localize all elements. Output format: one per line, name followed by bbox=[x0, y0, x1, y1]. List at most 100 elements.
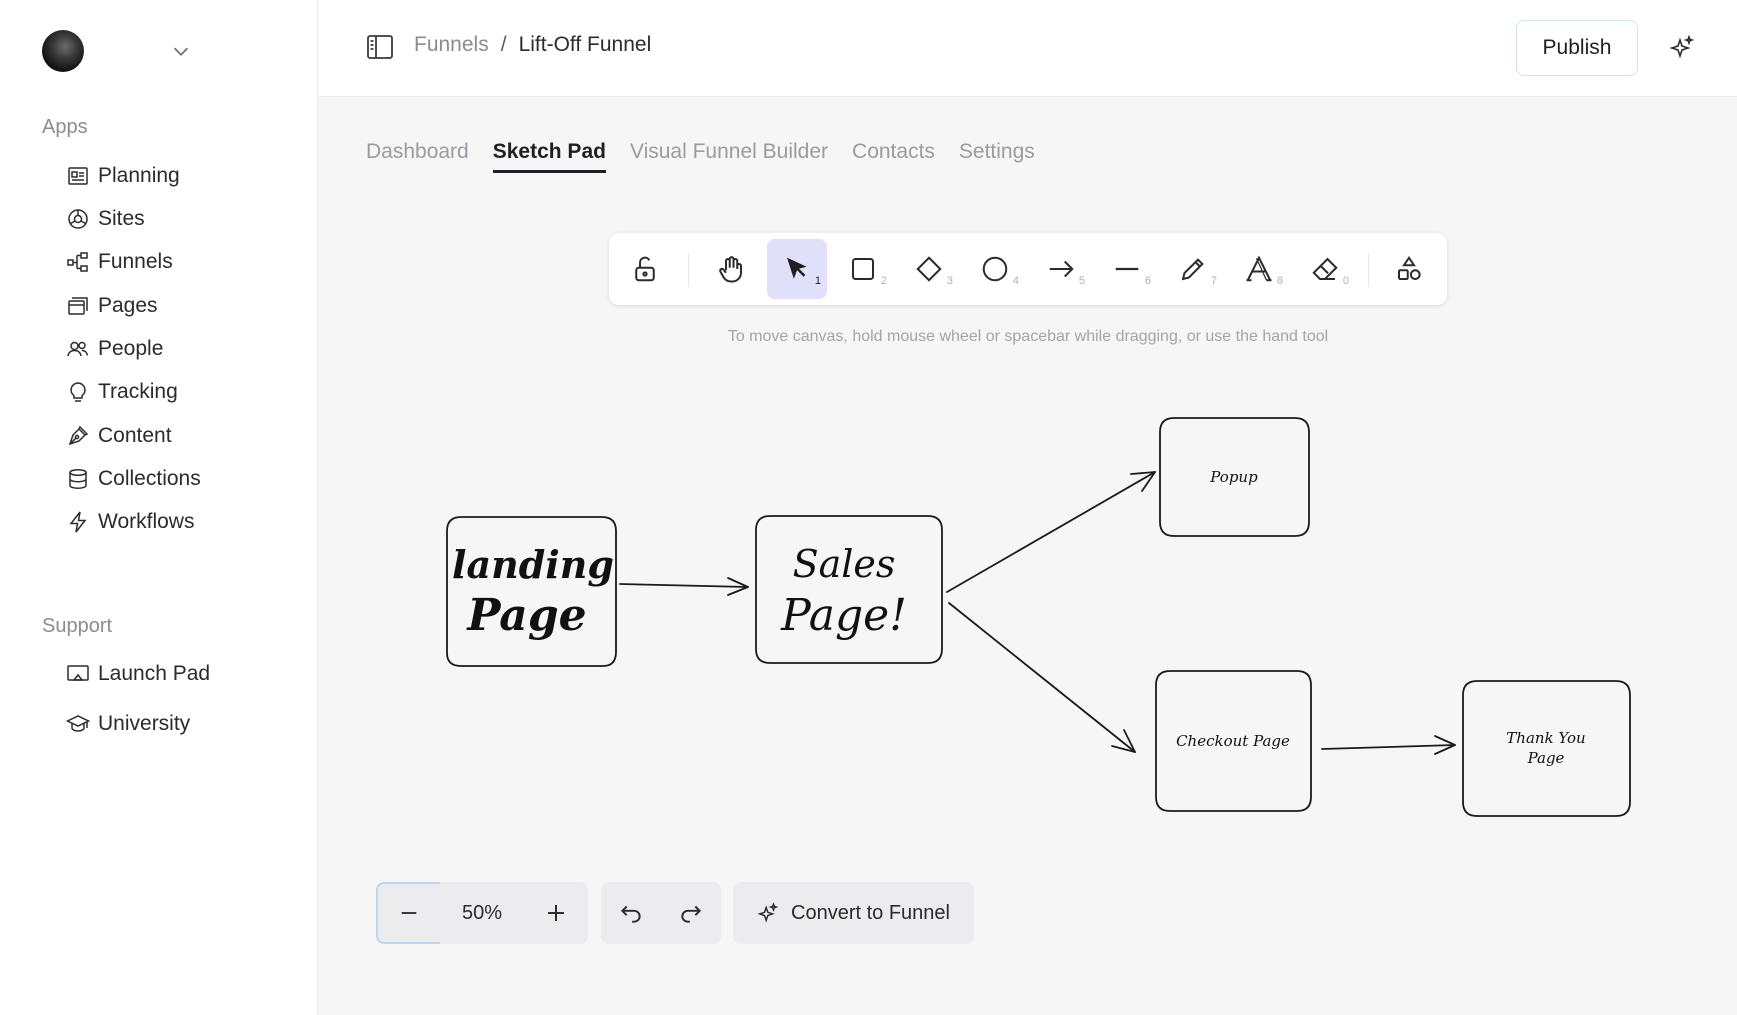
popup-label: Popup bbox=[1209, 468, 1258, 486]
minus-icon bbox=[401, 912, 417, 914]
text-tool[interactable]: 8 bbox=[1229, 239, 1289, 299]
avatar[interactable] bbox=[42, 30, 84, 72]
sidebar-item-label: Launch Pad bbox=[98, 662, 211, 685]
arrow-sales-to-popup[interactable] bbox=[946, 471, 1156, 593]
support-section-title: Support bbox=[42, 615, 113, 637]
arrow-right-icon bbox=[1049, 260, 1074, 278]
sidebar-item-planning[interactable]: Planning bbox=[66, 160, 180, 192]
sales-page-label-line1: Sales bbox=[793, 542, 896, 586]
ai-sparkle-icon[interactable] bbox=[1668, 34, 1696, 62]
cursor-arrow-icon bbox=[787, 257, 807, 279]
pages-icon bbox=[68, 297, 88, 315]
line-icon bbox=[1115, 267, 1139, 271]
sales-page-label-line2: Page! bbox=[780, 590, 907, 641]
text-icon bbox=[1246, 255, 1272, 282]
landing-page-label-line2: Page bbox=[465, 590, 586, 641]
sidebar-item-sites[interactable]: Sites bbox=[66, 203, 145, 235]
landing-page-label-line1: landing bbox=[452, 542, 614, 587]
zoom-out-button[interactable] bbox=[376, 882, 440, 944]
sidebar-item-content[interactable]: Content bbox=[66, 420, 172, 452]
sidebar-item-label: Workflows bbox=[98, 510, 195, 533]
sidebar-item-launch-pad[interactable]: Launch Pad bbox=[66, 658, 210, 690]
sidebar-item-label: Content bbox=[98, 424, 172, 447]
history-controls bbox=[601, 882, 721, 944]
shortcut-key: 0 bbox=[1342, 275, 1349, 287]
shapes-icon bbox=[1398, 255, 1421, 280]
shortcut-key: 5 bbox=[1078, 275, 1085, 287]
collections-icon bbox=[69, 468, 87, 490]
tab-sketch-pad[interactable]: Sketch Pad bbox=[492, 140, 606, 173]
pencil-icon bbox=[1181, 258, 1204, 281]
arrow-tool[interactable]: 5 bbox=[1031, 239, 1091, 299]
chevron-down-icon[interactable] bbox=[170, 40, 192, 62]
sales-page-node[interactable] bbox=[755, 515, 943, 664]
tracking-icon bbox=[70, 382, 86, 402]
convert-to-funnel-label: Convert to Funnel bbox=[791, 901, 950, 924]
shortcut-key: 2 bbox=[880, 275, 887, 287]
zoom-level[interactable]: 50% bbox=[440, 882, 524, 944]
workflows-icon bbox=[69, 511, 87, 533]
eraser-tool[interactable]: 0 bbox=[1295, 239, 1355, 299]
breadcrumb-separator: / bbox=[500, 33, 507, 56]
hand-tool[interactable] bbox=[701, 239, 761, 299]
sidebar-item-university[interactable]: University bbox=[66, 708, 190, 740]
tab-visual-funnel-builder[interactable]: Visual Funnel Builder bbox=[630, 140, 828, 173]
tab-settings[interactable]: Settings bbox=[959, 140, 1035, 173]
sites-icon bbox=[68, 209, 88, 229]
popup-node[interactable] bbox=[1159, 417, 1310, 537]
sidebar-item-collections[interactable]: Collections bbox=[66, 463, 201, 495]
launch-pad-icon bbox=[67, 665, 89, 681]
account-switcher[interactable] bbox=[42, 30, 342, 72]
breadcrumb: Funnels / Lift-Off Funnel bbox=[414, 33, 651, 57]
diamond-icon bbox=[916, 256, 942, 282]
arrow-landing-to-sales[interactable] bbox=[619, 577, 749, 596]
convert-to-funnel-button[interactable]: Convert to Funnel bbox=[733, 882, 974, 944]
shapes-library-tool[interactable] bbox=[1379, 239, 1439, 299]
shortcut-key: 6 bbox=[1144, 275, 1151, 287]
sidebar-item-tracking[interactable]: Tracking bbox=[66, 376, 178, 408]
shortcut-key: 3 bbox=[946, 275, 953, 287]
publish-button[interactable]: Publish bbox=[1516, 20, 1638, 76]
breadcrumb-funnels-link[interactable]: Funnels bbox=[414, 33, 489, 57]
canvas-hint: To move canvas, hold mouse wheel or spac… bbox=[727, 328, 1329, 345]
sparkle-icon bbox=[757, 902, 779, 923]
content-icon bbox=[68, 425, 89, 446]
thank-you-page-node[interactable] bbox=[1462, 680, 1631, 817]
undo-button[interactable] bbox=[601, 882, 661, 944]
sidebar-item-workflows[interactable]: Workflows bbox=[66, 506, 194, 538]
tab-dashboard[interactable]: Dashboard bbox=[366, 140, 469, 173]
thank-you-page-label-line2: Page bbox=[1527, 749, 1565, 767]
tab-contacts[interactable]: Contacts bbox=[852, 140, 935, 173]
draw-tool[interactable]: 7 bbox=[1163, 239, 1223, 299]
diamond-tool[interactable]: 3 bbox=[899, 239, 959, 299]
checkout-page-node[interactable] bbox=[1155, 670, 1312, 812]
line-tool[interactable]: 6 bbox=[1097, 239, 1157, 299]
select-tool[interactable]: 1 bbox=[767, 239, 827, 299]
redo-button[interactable] bbox=[661, 882, 721, 944]
apps-section-title: Apps bbox=[42, 116, 88, 138]
toolbar-divider bbox=[688, 253, 689, 287]
top-header: Funnels / Lift-Off Funnel Publish bbox=[318, 0, 1737, 97]
ellipse-tool[interactable]: 4 bbox=[965, 239, 1025, 299]
arrow-sales-to-checkout[interactable] bbox=[948, 602, 1136, 753]
page-tabs: Dashboard Sketch Pad Visual Funnel Build… bbox=[366, 140, 1035, 173]
lock-tool[interactable] bbox=[615, 239, 675, 299]
shortcut-key: 7 bbox=[1210, 275, 1217, 287]
sidebar-item-funnels[interactable]: Funnels bbox=[66, 246, 173, 278]
sidebar-item-people[interactable]: People bbox=[66, 333, 163, 365]
sidebar-item-label: Sites bbox=[98, 207, 145, 230]
sidebar-item-pages[interactable]: Pages bbox=[66, 290, 158, 322]
thank-you-page-label-line1: Thank You bbox=[1506, 729, 1585, 747]
sidebar: Apps Planning Sites Funnels Pages People… bbox=[0, 0, 318, 1015]
shortcut-key: 4 bbox=[1012, 275, 1019, 287]
landing-page-node[interactable] bbox=[446, 516, 617, 667]
arrow-checkout-to-thankyou[interactable] bbox=[1321, 735, 1456, 755]
zoom-in-button[interactable] bbox=[524, 882, 588, 944]
sketch-toolbar: 1 2 3 4 5 6 7 8 0 bbox=[609, 233, 1447, 305]
rectangle-tool[interactable]: 2 bbox=[833, 239, 893, 299]
unlock-icon bbox=[635, 256, 655, 282]
toolbar-divider bbox=[1368, 253, 1369, 287]
undo-icon bbox=[620, 905, 641, 923]
shortcut-key: 1 bbox=[814, 275, 821, 287]
sidebar-toggle-icon[interactable] bbox=[366, 34, 394, 60]
